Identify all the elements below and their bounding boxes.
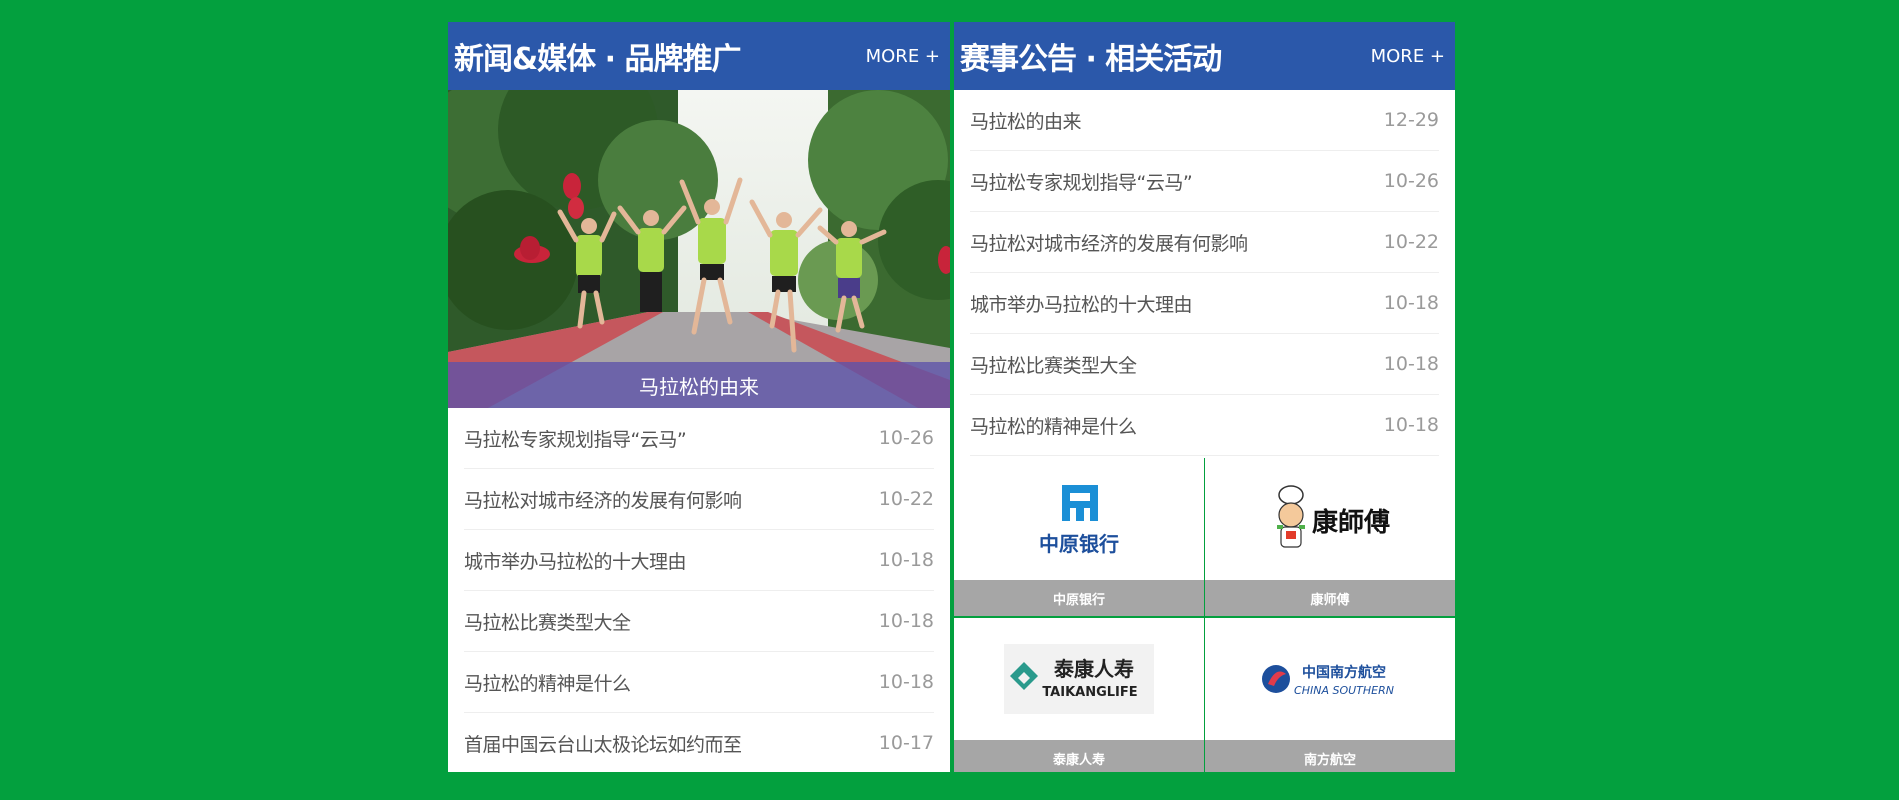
news-title[interactable]: 马拉松专家规划指导“云马” xyxy=(464,425,687,452)
zhongyuan-bank-logo: 中原银行 xyxy=(954,458,1204,580)
events-list: 马拉松的由来 12-29 马拉松专家规划指导“云马” 10-26 马拉松对城市经… xyxy=(954,90,1455,456)
news-title[interactable]: 马拉松对城市经济的发展有何影响 xyxy=(970,229,1248,256)
news-title[interactable]: 马拉松专家规划指导“云马” xyxy=(970,168,1193,195)
news-title[interactable]: 马拉松比赛类型大全 xyxy=(970,351,1137,378)
list-item[interactable]: 马拉松对城市经济的发展有何影响 10-22 xyxy=(464,469,934,530)
news-date: 10-18 xyxy=(878,671,934,693)
list-item[interactable]: 马拉松专家规划指导“云马” 10-26 xyxy=(970,151,1439,212)
china-southern-logo-icon: 中国南方航空 CHINA SOUTHERN xyxy=(1262,664,1394,697)
news-date: 10-17 xyxy=(878,732,934,754)
zhongyuan-bank-logo-icon: 中原银行 xyxy=(1039,485,1119,556)
kangshifu-logo: 康師傅 xyxy=(1205,458,1455,580)
svg-text:康師傅: 康師傅 xyxy=(1312,507,1390,538)
news-date: 10-18 xyxy=(878,549,934,571)
news-title[interactable]: 马拉松的由来 xyxy=(970,107,1082,134)
list-item[interactable]: 马拉松专家规划指导“云马” 10-26 xyxy=(464,408,934,469)
sponsor-name: 南方航空 xyxy=(1205,740,1455,772)
list-item[interactable]: 城市举办马拉松的十大理由 10-18 xyxy=(970,273,1439,334)
list-item[interactable]: 马拉松的精神是什么 10-18 xyxy=(970,395,1439,456)
news-title[interactable]: 城市举办马拉松的十大理由 xyxy=(464,547,687,574)
news-date: 10-18 xyxy=(1383,414,1439,436)
news-title[interactable]: 马拉松比赛类型大全 xyxy=(464,608,631,635)
list-item[interactable]: 马拉松的由来 12-29 xyxy=(970,90,1439,151)
svg-text:中原银行: 中原银行 xyxy=(1039,532,1119,556)
panel-title: 新闻&媒体 · 品牌推广 xyxy=(454,42,741,77)
svg-text:泰康人寿: 泰康人寿 xyxy=(1053,657,1134,681)
sponsor-name: 康师傅 xyxy=(1205,580,1455,616)
news-date: 10-26 xyxy=(878,427,934,449)
svg-text:CHINA SOUTHERN: CHINA SOUTHERN xyxy=(1294,684,1394,697)
news-media-panel: 新闻&媒体 · 品牌推广 MORE + 马拉松的由来 马拉松专家规划指导“云马”… xyxy=(448,22,950,772)
sponsor-grid: 中原银行 中原银行 康師傅 康师傅 泰康人寿 TAIKANGLIFE 泰康人寿 … xyxy=(954,458,1455,772)
sponsor-zhongyuan-bank[interactable]: 中原银行 中原银行 xyxy=(954,458,1204,616)
news-date: 10-18 xyxy=(878,610,934,632)
sponsor-china-southern[interactable]: 中国南方航空 CHINA SOUTHERN 南方航空 xyxy=(1205,618,1455,772)
svg-text:TAIKANGLIFE: TAIKANGLIFE xyxy=(1042,685,1137,700)
taikang-life-logo: 泰康人寿 TAIKANGLIFE xyxy=(954,618,1204,740)
news-list: 马拉松专家规划指导“云马” 10-26 马拉松对城市经济的发展有何影响 10-2… xyxy=(448,408,950,772)
list-item[interactable]: 首届中国云台山太极论坛如约而至 10-17 xyxy=(464,713,934,772)
news-date: 10-22 xyxy=(878,488,934,510)
news-date: 12-29 xyxy=(1383,109,1439,131)
news-media-header: 新闻&媒体 · 品牌推广 MORE + xyxy=(448,22,950,90)
featured-caption[interactable]: 马拉松的由来 xyxy=(448,362,950,408)
news-title[interactable]: 首届中国云台山太极论坛如约而至 xyxy=(464,730,742,757)
more-link[interactable]: MORE + xyxy=(866,46,940,67)
news-date: 10-26 xyxy=(1383,170,1439,192)
list-item[interactable]: 马拉松的精神是什么 10-18 xyxy=(464,652,934,713)
taikang-life-logo-icon: 泰康人寿 TAIKANGLIFE xyxy=(1004,644,1154,714)
sponsor-kangshifu[interactable]: 康師傅 康师傅 xyxy=(1205,458,1455,616)
news-date: 10-18 xyxy=(1383,292,1439,314)
panel-title: 赛事公告 · 相关活动 xyxy=(960,42,1222,77)
news-date: 10-18 xyxy=(1383,353,1439,375)
kangshifu-chef-icon: 康師傅 xyxy=(1277,485,1390,548)
svg-text:中国南方航空: 中国南方航空 xyxy=(1302,664,1386,681)
events-panel: 赛事公告 · 相关活动 MORE + 马拉松的由来 12-29 马拉松专家规划指… xyxy=(954,22,1455,772)
sponsor-name: 泰康人寿 xyxy=(954,740,1204,772)
list-item[interactable]: 马拉松比赛类型大全 10-18 xyxy=(464,591,934,652)
list-item[interactable]: 城市举办马拉松的十大理由 10-18 xyxy=(464,530,934,591)
more-link[interactable]: MORE + xyxy=(1371,46,1445,67)
featured-news[interactable]: 马拉松的由来 xyxy=(448,90,950,408)
list-item[interactable]: 马拉松对城市经济的发展有何影响 10-22 xyxy=(970,212,1439,273)
news-title[interactable]: 城市举办马拉松的十大理由 xyxy=(970,290,1193,317)
news-title[interactable]: 马拉松的精神是什么 xyxy=(970,412,1137,439)
news-title[interactable]: 马拉松对城市经济的发展有何影响 xyxy=(464,486,742,513)
list-item[interactable]: 马拉松比赛类型大全 10-18 xyxy=(970,334,1439,395)
news-date: 10-22 xyxy=(1383,231,1439,253)
marathon-runners-photo xyxy=(448,90,950,408)
sponsor-taikang-life[interactable]: 泰康人寿 TAIKANGLIFE 泰康人寿 xyxy=(954,618,1204,772)
china-southern-logo: 中国南方航空 CHINA SOUTHERN xyxy=(1205,618,1455,740)
events-header: 赛事公告 · 相关活动 MORE + xyxy=(954,22,1455,90)
sponsor-name: 中原银行 xyxy=(954,580,1204,616)
news-title[interactable]: 马拉松的精神是什么 xyxy=(464,669,631,696)
